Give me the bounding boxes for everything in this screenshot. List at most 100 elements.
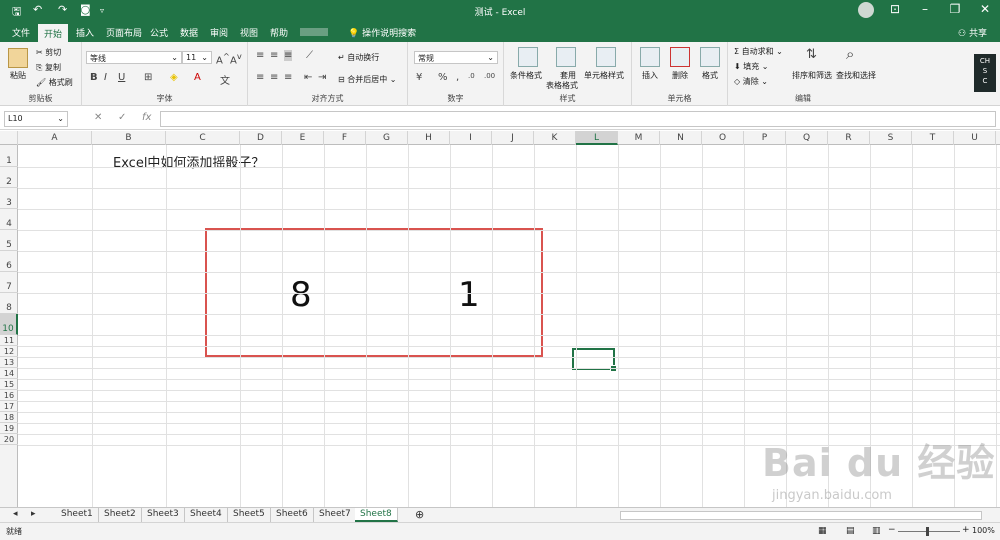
wrap-text-button[interactable]: ↵ 自动换行 bbox=[338, 52, 379, 63]
align-right-icon[interactable]: ≡ bbox=[284, 72, 292, 83]
clear-button[interactable]: ◇ 清除 ⌄ bbox=[734, 76, 768, 87]
row-header-12[interactable]: 12 bbox=[0, 346, 18, 357]
column-header-e[interactable]: E bbox=[282, 131, 324, 145]
increase-decimal-icon[interactable]: .0 bbox=[468, 72, 475, 80]
merge-center-button[interactable]: ⊟ 合并后居中 ⌄ bbox=[338, 74, 397, 85]
row-header-18[interactable]: 18 bbox=[0, 412, 18, 423]
paste-icon[interactable] bbox=[8, 48, 28, 68]
tab-file[interactable]: 文件 bbox=[12, 26, 30, 39]
active-cell-l10[interactable] bbox=[572, 348, 617, 372]
tab-data[interactable]: 数据 bbox=[180, 26, 198, 39]
bold-icon[interactable]: B bbox=[90, 72, 98, 83]
row-header-3[interactable]: 3 bbox=[0, 188, 18, 209]
tab-formulas[interactable]: 公式 bbox=[150, 26, 168, 39]
row-header-11[interactable]: 11 bbox=[0, 335, 18, 346]
indent-decrease-icon[interactable]: ⇤ bbox=[304, 72, 312, 83]
row-header-5[interactable]: 5 bbox=[0, 230, 18, 251]
table-format-icon[interactable] bbox=[556, 47, 576, 67]
zoom-level[interactable]: 100% bbox=[972, 526, 995, 535]
column-header-f[interactable]: F bbox=[324, 131, 366, 145]
next-sheet-icon[interactable]: ▸ bbox=[26, 508, 41, 522]
zoom-out-icon[interactable]: − bbox=[888, 525, 896, 535]
zoom-slider[interactable] bbox=[898, 531, 960, 532]
column-header-p[interactable]: P bbox=[744, 131, 786, 145]
copy-button[interactable]: ⎘ 复制 bbox=[36, 62, 61, 73]
column-header-b[interactable]: B bbox=[92, 131, 166, 145]
tab-help[interactable]: 帮助 bbox=[270, 26, 288, 39]
format-cells-icon[interactable] bbox=[700, 47, 720, 67]
column-header-r[interactable]: R bbox=[828, 131, 870, 145]
underline-icon[interactable]: U bbox=[118, 72, 125, 83]
die-1-value[interactable]: 8 bbox=[290, 275, 312, 315]
currency-icon[interactable]: ¥ bbox=[416, 72, 422, 83]
sheet-tab-1[interactable]: Sheet1 bbox=[56, 508, 99, 522]
align-top-icon[interactable]: ≡ bbox=[256, 50, 264, 61]
sort-filter-icon[interactable]: ⇅ bbox=[806, 47, 817, 62]
find-icon[interactable]: ⌕ bbox=[846, 45, 854, 63]
ime-indicator[interactable]: CH S C bbox=[974, 54, 996, 92]
border-icon[interactable]: ⊞ bbox=[144, 72, 152, 83]
sheet-tab-8[interactable]: Sheet8 bbox=[355, 508, 398, 522]
delete-cells-button[interactable]: 删除 bbox=[672, 70, 688, 81]
paste-button[interactable]: 粘贴 bbox=[10, 70, 26, 81]
row-header-1[interactable]: 1 bbox=[0, 145, 18, 167]
tab-home[interactable]: 开始 bbox=[38, 24, 69, 42]
table-format-label-2[interactable]: 表格格式 bbox=[546, 80, 578, 91]
column-header-l[interactable]: L bbox=[576, 131, 618, 145]
indent-increase-icon[interactable]: ⇥ bbox=[318, 72, 326, 83]
column-header-k[interactable]: K bbox=[534, 131, 576, 145]
fill-button[interactable]: ⬇ 填充 ⌄ bbox=[734, 61, 769, 72]
increase-font-icon[interactable]: A^ bbox=[216, 51, 230, 66]
minimize-icon[interactable]: – bbox=[910, 2, 940, 16]
column-header-o[interactable]: O bbox=[702, 131, 744, 145]
column-header-t[interactable]: T bbox=[912, 131, 954, 145]
column-header-g[interactable]: G bbox=[366, 131, 408, 145]
conditional-format-button[interactable]: 条件格式 bbox=[510, 70, 542, 81]
sort-filter-button[interactable]: 排序和筛选 bbox=[792, 70, 832, 81]
insert-function-icon[interactable]: fx bbox=[142, 112, 151, 123]
font-size-select[interactable]: 11 ⌄ bbox=[182, 51, 212, 64]
row-header-19[interactable]: 19 bbox=[0, 423, 18, 434]
row-header-7[interactable]: 7 bbox=[0, 272, 18, 293]
row-header-2[interactable]: 2 bbox=[0, 167, 18, 188]
select-all-corner[interactable] bbox=[0, 131, 18, 145]
sheet-tab-7[interactable]: Sheet7 bbox=[314, 508, 357, 522]
row-header-15[interactable]: 15 bbox=[0, 379, 18, 390]
die-2-value[interactable]: 1 bbox=[458, 275, 480, 315]
tab-review[interactable]: 审阅 bbox=[210, 26, 228, 39]
align-bottom-icon[interactable]: ≡ bbox=[284, 50, 293, 61]
zoom-slider-thumb[interactable] bbox=[926, 527, 929, 536]
column-header-i[interactable]: I bbox=[450, 131, 492, 145]
ribbon-display-icon[interactable]: ⊡ bbox=[880, 2, 910, 16]
insert-cells-button[interactable]: 插入 bbox=[642, 70, 658, 81]
column-header-j[interactable]: J bbox=[492, 131, 534, 145]
format-painter-button[interactable]: 🖌 格式刷 bbox=[36, 77, 73, 88]
tab-page-layout[interactable]: 页面布局 bbox=[106, 26, 142, 39]
cell-styles-icon[interactable] bbox=[596, 47, 616, 67]
tab-insert[interactable]: 插入 bbox=[76, 26, 94, 39]
close-icon[interactable]: ✕ bbox=[970, 2, 1000, 16]
row-header-6[interactable]: 6 bbox=[0, 251, 18, 272]
add-sheet-icon[interactable]: ⊕ bbox=[410, 507, 429, 521]
column-header-u[interactable]: U bbox=[954, 131, 996, 145]
phonetic-icon[interactable]: 文 bbox=[220, 72, 230, 87]
align-left-icon[interactable]: ≡ bbox=[256, 72, 264, 83]
column-header-a[interactable]: A bbox=[18, 131, 92, 145]
italic-icon[interactable]: I bbox=[104, 72, 107, 83]
align-center-icon[interactable]: ≡ bbox=[270, 72, 278, 83]
user-avatar[interactable] bbox=[858, 2, 874, 18]
sheet-tab-3[interactable]: Sheet3 bbox=[142, 508, 185, 522]
page-break-view-icon[interactable]: ▥ bbox=[872, 526, 881, 536]
title-cell[interactable]: Excel中如何添加摇骰子？ bbox=[113, 152, 264, 171]
zoom-in-icon[interactable]: + bbox=[962, 525, 970, 535]
row-header-4[interactable]: 4 bbox=[0, 209, 18, 230]
share-button[interactable]: ⚇ 共享 bbox=[958, 26, 987, 39]
percent-icon[interactable]: % bbox=[438, 72, 448, 83]
row-header-10[interactable]: 10 bbox=[0, 314, 18, 335]
column-header-h[interactable]: H bbox=[408, 131, 450, 145]
cell-styles-button[interactable]: 单元格样式 bbox=[584, 70, 624, 81]
number-format-select[interactable]: 常规 ⌄ bbox=[414, 51, 498, 64]
cut-button[interactable]: ✂ 剪切 bbox=[36, 47, 61, 58]
horizontal-scrollbar[interactable] bbox=[620, 511, 982, 520]
decrease-decimal-icon[interactable]: .00 bbox=[484, 72, 495, 80]
